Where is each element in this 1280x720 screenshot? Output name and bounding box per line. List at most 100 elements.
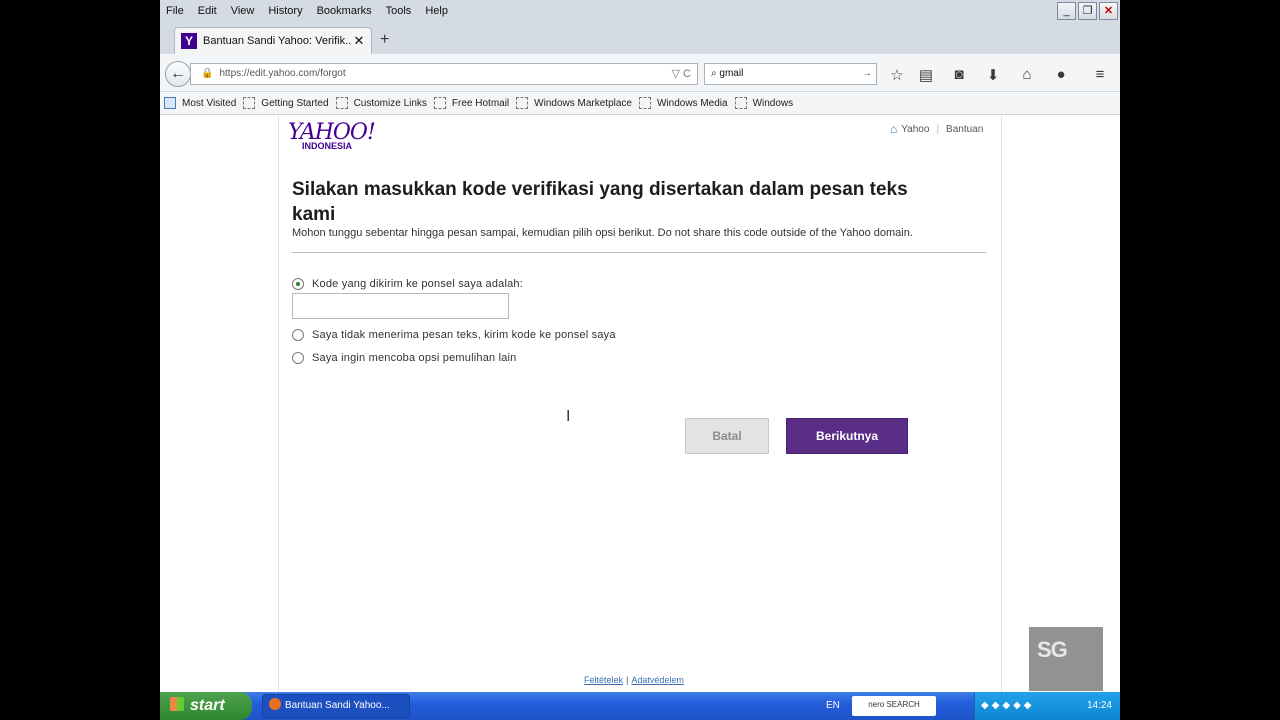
bookmark-windows-media[interactable]: Windows Media: [638, 97, 728, 109]
new-tab-button[interactable]: +: [380, 31, 389, 49]
navigation-bar: ← 🔒 https://edit.yahoo.com/forgot ▽ C ⌕ g…: [160, 54, 1120, 92]
next-button[interactable]: Berikutnya: [786, 418, 908, 454]
yahoo-logo[interactable]: YAHOO! INDONESIA: [288, 120, 376, 151]
option-label: Saya ingin mencoba opsi pemulihan lain: [312, 352, 517, 364]
radio-other-recovery[interactable]: [292, 352, 304, 364]
page-subtitle: Mohon tunggu sebentar hingga pesan sampa…: [292, 227, 913, 239]
language-indicator[interactable]: EN: [826, 700, 840, 711]
bookmark-windows-marketplace[interactable]: Windows Marketplace: [516, 97, 632, 109]
bookmark-label: Windows: [752, 97, 794, 109]
system-tray: ◆◆◆◆◆ 14:24: [974, 692, 1120, 720]
page-icon: [243, 97, 256, 109]
page-border-left: [278, 116, 279, 692]
bookmark-label: Free Hotmail: [451, 97, 510, 109]
tab-title: Bantuan Sandi Yahoo: Verifik...: [203, 35, 351, 47]
option-other-recovery[interactable]: Saya ingin mencoba opsi pemulihan lain: [292, 352, 517, 364]
search-input[interactable]: ⌕ gmail →: [704, 63, 877, 85]
bookmark-getting-started[interactable]: Getting Started: [243, 97, 329, 109]
tab-active[interactable]: Y Bantuan Sandi Yahoo: Verifik... ✕: [174, 27, 372, 54]
bookmark-label: Windows Marketplace: [534, 97, 632, 109]
bookmark-label: Windows Media: [656, 97, 728, 109]
terms-link[interactable]: Feltételek: [584, 675, 623, 685]
menu-history[interactable]: History: [268, 5, 302, 17]
bookmark-label: Customize Links: [353, 97, 427, 109]
nero-search-box[interactable]: nero SEARCH: [852, 696, 936, 716]
menu-edit[interactable]: Edit: [198, 5, 217, 17]
watermark-text: SG: [1037, 637, 1068, 662]
close-window-button[interactable]: ✕: [1099, 2, 1118, 20]
firefox-icon: [269, 698, 281, 710]
bookmark-label: Most Visited: [182, 97, 237, 109]
search-value: gmail: [719, 68, 744, 79]
option-label: Kode yang dikirim ke ponsel saya adalah:: [312, 278, 524, 290]
yahoo-favicon-icon: Y: [181, 33, 197, 49]
page-content: YAHOO! INDONESIA ⌂ Yahoo | Bantuan Silak…: [160, 116, 1120, 692]
bookmark-windows[interactable]: Windows: [734, 97, 794, 109]
url-text: https://edit.yahoo.com/forgot: [219, 68, 346, 79]
option-enter-code[interactable]: Kode yang dikirim ke ponsel saya adalah:: [292, 278, 523, 290]
bookmarks-toolbar: Most Visited Getting Started Customize L…: [160, 92, 1120, 115]
back-button[interactable]: ←: [165, 61, 191, 87]
verification-code-input[interactable]: [292, 293, 509, 319]
page-icon: [516, 97, 529, 109]
start-button[interactable]: start: [160, 692, 252, 720]
menu-bookmarks[interactable]: Bookmarks: [317, 5, 372, 17]
clock: 14:24: [1086, 700, 1112, 711]
page-icon: [335, 97, 348, 109]
url-bar[interactable]: 🔒 https://edit.yahoo.com/forgot ▽ C: [190, 63, 698, 85]
lock-icon: 🔒: [201, 68, 214, 79]
bookmark-free-hotmail[interactable]: Free Hotmail: [433, 97, 510, 109]
footer-separator: |: [626, 675, 629, 685]
minimize-button[interactable]: _: [1057, 2, 1076, 20]
restore-button[interactable]: ❐: [1078, 2, 1097, 20]
page-icon: [734, 97, 747, 109]
tray-icons[interactable]: ◆◆◆◆◆: [981, 700, 1034, 711]
bookmark-customize-links[interactable]: Customize Links: [335, 97, 427, 109]
divider: [292, 252, 986, 253]
reload-icon[interactable]: ▽ C: [672, 64, 691, 84]
option-label: Saya tidak menerima pesan teks, kirim ko…: [312, 329, 616, 341]
menu-tools[interactable]: Tools: [386, 5, 412, 17]
taskbar-firefox-item[interactable]: Bantuan Sandi Yahoo...: [262, 694, 410, 718]
page-icon: [638, 97, 651, 109]
watermark-logo: SG: [1029, 627, 1103, 691]
window-controls: _ ❐ ✕: [1057, 2, 1118, 20]
hamburger-menu-icon[interactable]: ≡: [1090, 66, 1110, 83]
home-icon: ⌂: [890, 122, 898, 136]
cancel-button[interactable]: Batal: [685, 418, 769, 454]
pocket-icon[interactable]: ◙: [949, 66, 969, 83]
start-label: start: [190, 697, 225, 714]
task-label: Bantuan Sandi Yahoo...: [285, 700, 390, 711]
radio-resend-code[interactable]: [292, 329, 304, 341]
browser-window: File Edit View History Bookmarks Tools H…: [160, 0, 1120, 720]
link-help[interactable]: Bantuan: [946, 124, 983, 135]
star-icon[interactable]: ☆: [887, 66, 907, 84]
menu-bar: File Edit View History Bookmarks Tools H…: [160, 0, 1120, 22]
home-icon[interactable]: ⌂: [1017, 66, 1037, 83]
download-icon[interactable]: ⬇: [983, 66, 1003, 84]
option-resend-code[interactable]: Saya tidak menerima pesan teks, kirim ko…: [292, 329, 616, 341]
windows-flag-icon: [170, 697, 184, 711]
taskbar: start Bantuan Sandi Yahoo... EN nero SEA…: [160, 692, 1120, 720]
footer-links: Feltételek | Adatvédelem: [584, 675, 684, 685]
page-border-right: [1001, 116, 1002, 692]
close-tab-icon[interactable]: ✕: [351, 33, 367, 49]
link-separator: |: [936, 123, 940, 135]
reading-list-icon[interactable]: ▤: [916, 66, 936, 84]
folder-icon: [164, 97, 176, 109]
menu-view[interactable]: View: [231, 5, 255, 17]
chat-icon[interactable]: ●: [1051, 66, 1071, 83]
text-cursor-icon: I: [566, 408, 571, 425]
top-links: ⌂ Yahoo | Bantuan: [890, 122, 983, 136]
search-go-icon[interactable]: →: [862, 64, 872, 84]
page-icon: [433, 97, 446, 109]
radio-enter-code[interactable]: [292, 278, 304, 290]
privacy-link[interactable]: Adatvédelem: [631, 675, 684, 685]
page-title: Silakan masukkan kode verifikasi yang di…: [292, 179, 908, 225]
bookmark-most-visited[interactable]: Most Visited: [164, 97, 236, 109]
menu-help[interactable]: Help: [425, 5, 448, 17]
tab-strip: Y Bantuan Sandi Yahoo: Verifik... ✕ +: [160, 22, 1120, 54]
link-yahoo[interactable]: Yahoo: [901, 124, 929, 135]
menu-file[interactable]: File: [166, 5, 184, 17]
bookmark-label: Getting Started: [261, 97, 329, 109]
